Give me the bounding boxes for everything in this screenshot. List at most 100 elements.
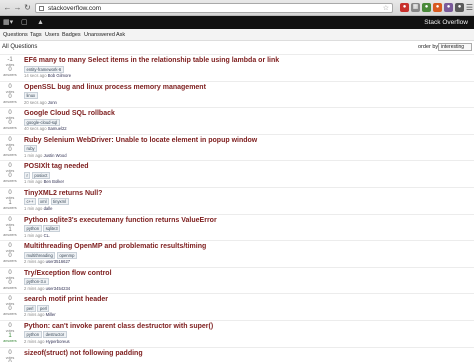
question-tag[interactable]: python [24,331,42,339]
question-summary: sizeof(struct) not following padding [24,350,470,362]
question-stats: 0 votes 1 answers [0,190,20,210]
question-user-link[interactable]: Miller [46,312,56,317]
question-user-link[interactable]: Justin Wood [44,153,67,158]
answer-count: 1 answers [0,200,20,210]
forward-icon[interactable]: → [13,3,22,12]
question-tag[interactable]: entity-framework-6 [24,65,64,73]
vote-count: 0 votes [0,270,20,280]
reload-icon[interactable]: ↻ [23,3,32,12]
question-user-link[interactable]: user3516627 [46,259,70,264]
question-user-link[interactable]: Jonn [48,100,57,105]
extension-icon[interactable]: ● [455,3,464,12]
vote-count: 0 votes [0,163,20,173]
tab-users[interactable]: Users [45,32,59,38]
tag-list: python sqlite3 [24,225,470,233]
answer-count: 0 answers [0,147,20,157]
question-meta: 2 mins ago Miller [24,312,470,317]
question-tag[interactable]: tinyxml [50,198,69,206]
question-tag[interactable]: ruby [24,145,38,153]
question-meta: 2 mins ago user3516627 [24,259,470,264]
question-user-link[interactable]: dalle [44,206,53,211]
question-tag[interactable]: python [24,225,42,233]
back-icon[interactable]: ← [3,3,12,12]
question-title-link[interactable]: Ruby Selenium WebDriver: Unable to locat… [24,137,470,145]
question-title-link[interactable]: Try/Exception flow control [24,270,470,278]
bookmark-star-icon[interactable]: ☆ [383,4,389,13]
question-summary: Python sqlite3's executemany function re… [24,217,470,238]
question-tag[interactable]: r [24,171,31,179]
question-stats: 0 votes 0 answers [0,137,20,157]
menu-icon[interactable]: ☰ [465,3,474,12]
question-title-link[interactable]: Python: can't invoke parent class destru… [24,323,470,331]
question-tag[interactable]: destructor [43,331,67,339]
tab-tags[interactable]: Tags [30,32,42,38]
extension-icon[interactable]: ● [444,3,453,12]
question-tag[interactable]: openmp [56,251,77,259]
question-row: 0 votes 0 answers Multithreading OpenMP … [0,240,474,267]
question-title-link[interactable]: Multithreading OpenMP and problematic re… [24,243,470,251]
question-summary: Try/Exception flow control python-3.x 2 … [24,270,470,291]
question-tag[interactable]: posixct [31,171,50,179]
question-stats: 0 votes 0 answers [0,84,20,104]
question-row: 0 votes 1 answers Python: can't invoke p… [0,319,474,347]
question-time: 1 min ago [24,205,43,211]
tab-badges[interactable]: Badges [62,32,81,38]
address-bar[interactable]: stackoverflow.com ☆ [35,3,393,13]
order-by-select[interactable]: interesting [438,43,472,51]
question-tag[interactable]: linux [24,92,38,100]
question-user-link[interactable]: Samuel22 [48,126,67,131]
question-title-link[interactable]: Google Cloud SQL rollback [24,110,470,118]
answer-label: answers [3,73,17,77]
question-title-link[interactable]: search motif print header [24,296,470,304]
question-user-link[interactable]: Hyperboreus [46,339,70,344]
question-title-link[interactable]: sizeof(struct) not following padding [24,350,470,358]
question-summary: POSIXlt tag needed r posixct 1 min ago Be… [24,163,470,184]
extension-icon[interactable]: ● [433,3,442,12]
address-bar-url: stackoverflow.com [48,5,102,12]
question-time: 1 min ago [24,152,43,158]
question-time: 14 secs ago [24,73,47,78]
page-title: All Questions [2,44,38,50]
question-user-link[interactable]: Bob Gilmore [48,73,71,78]
question-summary: search motif print header perl perl 2 min… [24,296,470,317]
question-summary: Python: can't invoke parent class destru… [24,323,470,344]
question-title-link[interactable]: POSIXlt tag needed [24,163,470,171]
question-title-link[interactable]: TinyXML2 returns Null? [24,190,470,198]
question-tag[interactable]: sqlite3 [43,225,61,233]
answer-count: 0 answers [0,120,20,130]
inbox-icon[interactable]: ▢ [21,19,28,26]
question-meta: 1 min ago Justin Wood [24,153,470,158]
vote-count: 0 votes [0,84,20,94]
question-title-link[interactable]: Python sqlite3's executemany function re… [24,217,470,225]
question-tag[interactable]: c++ [24,198,36,206]
tab-questions[interactable]: Questions [3,32,28,38]
extension-icon[interactable]: ● [400,3,409,12]
question-tag[interactable]: perl [37,304,50,312]
question-tag[interactable]: multithreading [24,251,56,259]
site-brand[interactable]: Stack Overflow [424,19,468,26]
vote-count: 0 votes [0,190,20,200]
question-user-link[interactable]: CL. [44,233,51,238]
question-row: 0 votes 0 answers Google Cloud SQL rollb… [0,107,474,134]
vote-count: 0 votes [0,350,20,360]
question-meta: 2 mins ago user3454234 [24,286,470,291]
question-time: 2 mins ago [24,285,45,291]
question-user-link[interactable]: user3454234 [46,286,70,291]
question-tag[interactable]: python-3.x [24,278,49,286]
question-row: 0 votes 0 answers search motif print hea… [0,293,474,320]
question-tag[interactable]: xml [37,198,50,206]
achievements-icon[interactable]: ▲ [37,19,44,26]
question-tag[interactable]: perl [24,304,36,312]
question-stats: 0 votes 1 answers [0,323,20,343]
tab-ask[interactable]: Ask [116,32,125,38]
question-title-link[interactable]: EF6 many to many Select items in the rel… [24,57,470,65]
extension-icon[interactable]: ● [422,3,431,12]
question-title-link[interactable]: OpenSSL bug and linux process memory man… [24,84,470,92]
site-topbar: ▦▾ ▢ ▲ Stack Overflow [0,16,474,29]
tab-unanswered[interactable]: Unanswered [84,32,115,38]
question-tag[interactable]: google-cloud-sql [24,118,60,126]
site-switcher-icon[interactable]: ▦▾ [3,19,13,26]
question-user-link[interactable]: Ben Bolker [44,179,64,184]
answer-label: answers [3,179,17,184]
extension-icon[interactable]: ▦ [411,3,420,12]
